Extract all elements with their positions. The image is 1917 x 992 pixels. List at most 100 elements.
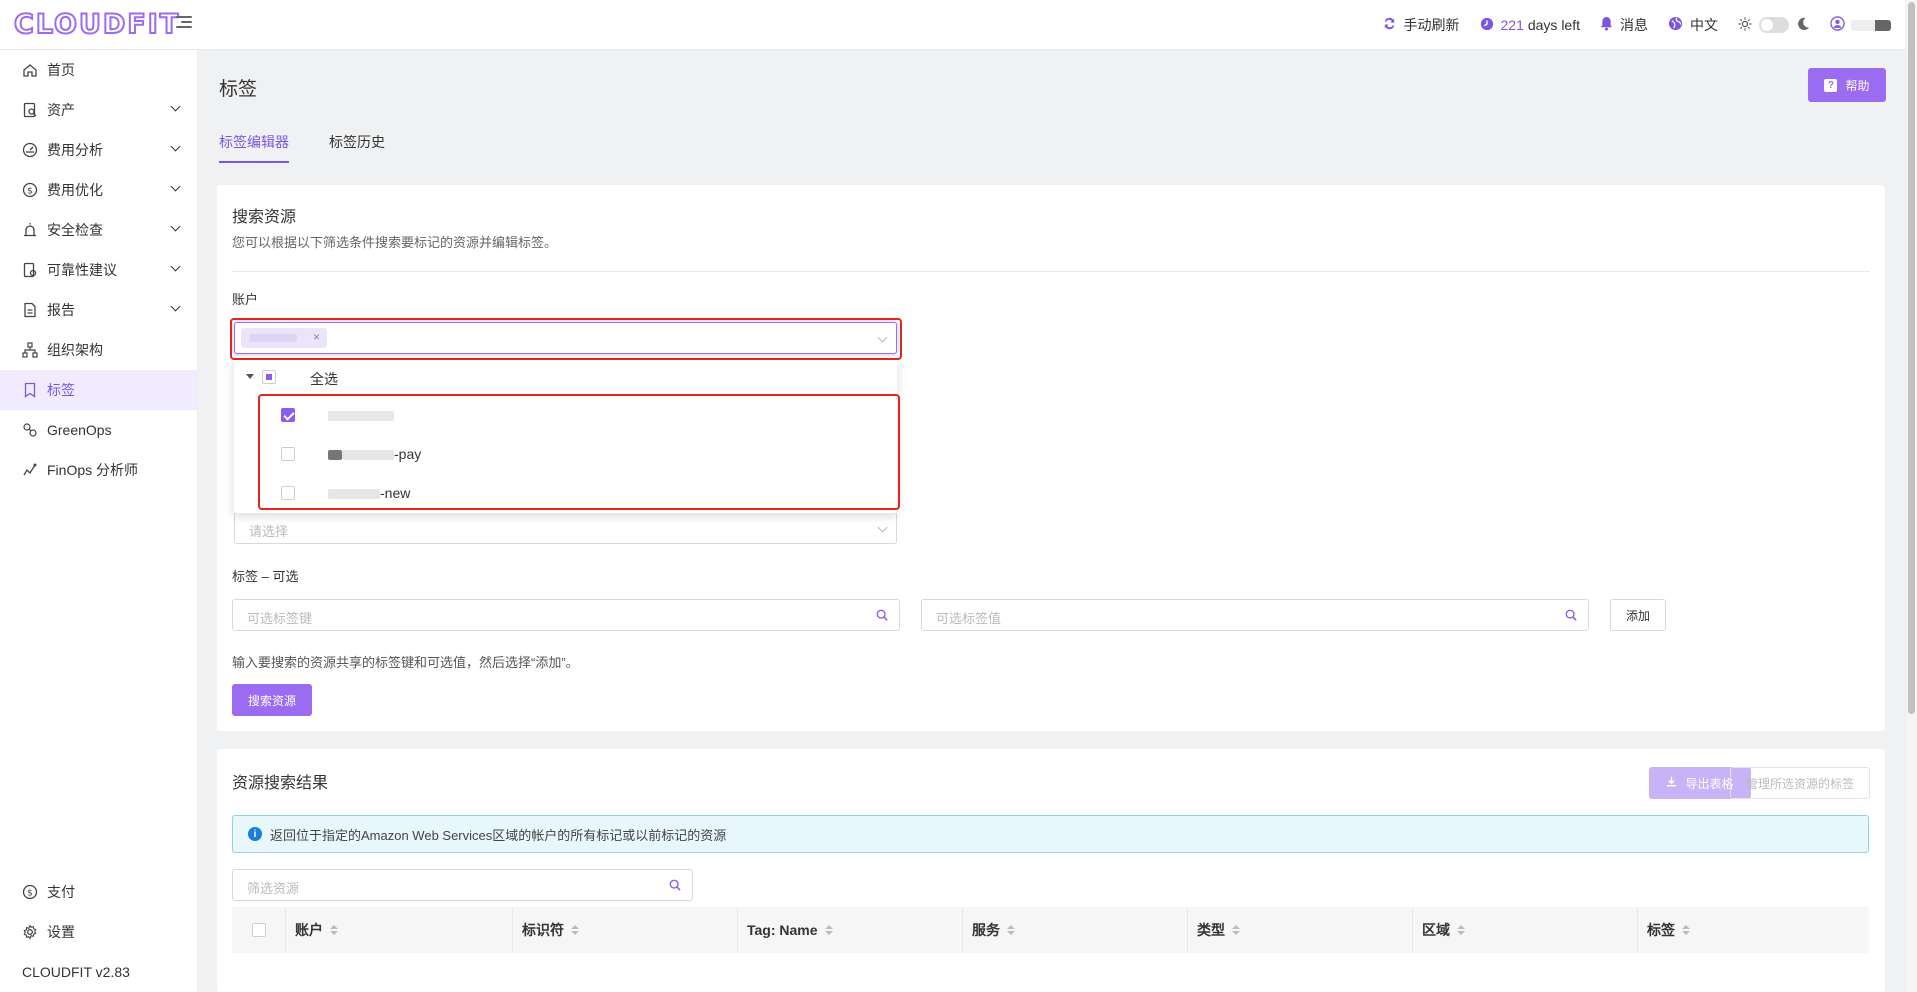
- column-header[interactable]: 区域: [1413, 907, 1638, 953]
- question-icon: ?: [1824, 78, 1838, 92]
- svg-text:$: $: [27, 889, 33, 899]
- search-resources-card: 搜索资源 您可以根据以下筛选条件搜索要标记的资源并编辑标签。 账户 × 请选择 …: [217, 185, 1885, 731]
- home-icon: [22, 62, 38, 78]
- account-option[interactable]: [234, 396, 897, 434]
- account-name-redacted: [328, 489, 380, 500]
- help-label: 帮助: [1845, 78, 1870, 93]
- select-all-checkbox[interactable]: [262, 370, 276, 384]
- sidebar-item-label: 费用优化: [47, 182, 103, 198]
- org-icon: [22, 342, 38, 358]
- tag-value-input[interactable]: 可选标签值: [921, 599, 1589, 631]
- chevron-down-icon: [170, 181, 181, 192]
- sidebar-item-label: FinOps 分析师: [47, 462, 139, 478]
- sidebar-item-settings[interactable]: 设置: [0, 912, 197, 952]
- help-button[interactable]: ? 帮助: [1808, 68, 1886, 102]
- sort-icon[interactable]: [1232, 925, 1240, 935]
- sidebar-item-cost-analysis[interactable]: 费用分析: [0, 130, 197, 170]
- selected-account-chip: ×: [241, 328, 327, 348]
- tag-icon: [22, 382, 38, 398]
- language-label: 中文: [1690, 17, 1718, 33]
- divider: [232, 271, 1870, 272]
- sidebar-item-assets[interactable]: 资产: [0, 90, 197, 130]
- moon-icon: [1796, 17, 1810, 34]
- info-icon: i: [248, 827, 262, 841]
- chevron-down-icon: [170, 221, 181, 232]
- refresh-button[interactable]: 手动刷新: [1382, 15, 1460, 35]
- logo: CLOUDFIT: [13, 8, 181, 41]
- tag-key-input[interactable]: 可选标签键: [232, 599, 900, 631]
- sidebar-item-greenops[interactable]: GreenOps: [0, 410, 197, 450]
- sidebar-item-cost-optimization[interactable]: $ 费用优化: [0, 170, 197, 210]
- sort-icon[interactable]: [1682, 925, 1690, 935]
- info-alert: i 返回位于指定的Amazon Web Services区域的帐户的所有标记或以…: [232, 815, 1869, 853]
- sidebar-item-payment[interactable]: $ 支付: [0, 872, 197, 912]
- export-label: 导出表格: [1685, 776, 1734, 791]
- dashboard-icon: [22, 142, 38, 158]
- sidebar-item-security-check[interactable]: 安全检查: [0, 210, 197, 250]
- column-header[interactable]: 标识符: [513, 907, 738, 953]
- user-name-redacted: [1851, 19, 1891, 31]
- header-checkbox[interactable]: [251, 923, 266, 937]
- add-tag-button[interactable]: 添加: [1610, 599, 1666, 631]
- column-header[interactable]: 标签: [1638, 907, 1869, 953]
- language-switch[interactable]: 中文: [1668, 15, 1718, 35]
- select-all-label: 全选: [310, 371, 338, 387]
- sidebar-item-label: 标签: [47, 382, 75, 398]
- bell-icon: [1600, 16, 1613, 34]
- column-header[interactable]: 服务: [963, 907, 1188, 953]
- manage-tags-button[interactable]: 管理所选资源的标签: [1730, 767, 1870, 799]
- option-checkbox[interactable]: [281, 408, 295, 422]
- column-header[interactable]: Tag: Name: [738, 907, 963, 953]
- user-menu[interactable]: [1830, 16, 1891, 34]
- account-dropdown: 全选 -pay -new: [234, 358, 897, 513]
- page-scrollbar[interactable]: [1905, 0, 1917, 992]
- messages-button[interactable]: 消息: [1600, 15, 1648, 35]
- chevron-down-icon: [877, 522, 888, 533]
- filter-resources-input[interactable]: 筛选资源: [232, 869, 693, 901]
- sidebar-item-home[interactable]: 首页: [0, 50, 197, 90]
- caret-down-icon[interactable]: [246, 374, 254, 379]
- sidebar-item-label: 安全检查: [47, 222, 103, 238]
- sidebar-item-reliability[interactable]: 可靠性建议: [0, 250, 197, 290]
- sidebar-item-reports[interactable]: 报告: [0, 290, 197, 330]
- sidebar-item-label: 可靠性建议: [47, 262, 117, 278]
- select-all-row[interactable]: 全选: [234, 358, 897, 396]
- scrollbar-thumb[interactable]: [1908, 2, 1915, 714]
- top-bar: CLOUDFIT 手动刷新 221 days left 消息 中文: [0, 0, 1905, 50]
- sidebar-item-organization[interactable]: 组织架构: [0, 330, 197, 370]
- tags-label: 标签 – 可选: [232, 569, 299, 584]
- trial-days[interactable]: 221 days left: [1480, 17, 1580, 34]
- account-option[interactable]: -new: [234, 474, 897, 512]
- tab-tag-history[interactable]: 标签历史: [329, 132, 385, 163]
- sidebar-item-tags[interactable]: 标签: [0, 370, 197, 410]
- tab-tag-editor[interactable]: 标签编辑器: [219, 132, 289, 163]
- select-all-rows[interactable]: [232, 907, 286, 953]
- sort-icon[interactable]: [1457, 925, 1465, 935]
- chevron-down-icon: [170, 101, 181, 112]
- region-select[interactable]: 请选择: [234, 512, 897, 544]
- menu-toggle-icon[interactable]: [176, 16, 192, 32]
- sort-icon[interactable]: [330, 925, 338, 935]
- column-header[interactable]: 账户: [286, 907, 513, 953]
- app-version: CLOUDFIT v2.83: [22, 964, 130, 980]
- sort-icon[interactable]: [1007, 925, 1015, 935]
- greenops-icon: [22, 422, 38, 438]
- sidebar-item-label: 费用分析: [47, 142, 103, 158]
- sort-icon[interactable]: [571, 925, 579, 935]
- sort-icon[interactable]: [824, 925, 833, 935]
- option-checkbox[interactable]: [281, 447, 295, 461]
- account-select[interactable]: ×: [234, 322, 897, 354]
- option-checkbox[interactable]: [281, 486, 295, 500]
- theme-toggle[interactable]: [1738, 16, 1810, 34]
- search-resources-button[interactable]: 搜索资源: [232, 684, 312, 716]
- column-header[interactable]: 类型: [1188, 907, 1413, 953]
- sidebar-item-label: 首页: [47, 62, 75, 78]
- theme-switch[interactable]: [1759, 17, 1789, 33]
- remove-chip-icon[interactable]: ×: [313, 330, 320, 344]
- account-name-redacted: [328, 450, 342, 461]
- sidebar-item-label: 组织架构: [47, 342, 103, 358]
- sun-icon: [1738, 16, 1752, 34]
- sidebar-item-label: 支付: [47, 884, 75, 900]
- account-option[interactable]: -pay: [234, 435, 897, 473]
- sidebar-item-finops-analyst[interactable]: FinOps 分析师: [0, 450, 197, 490]
